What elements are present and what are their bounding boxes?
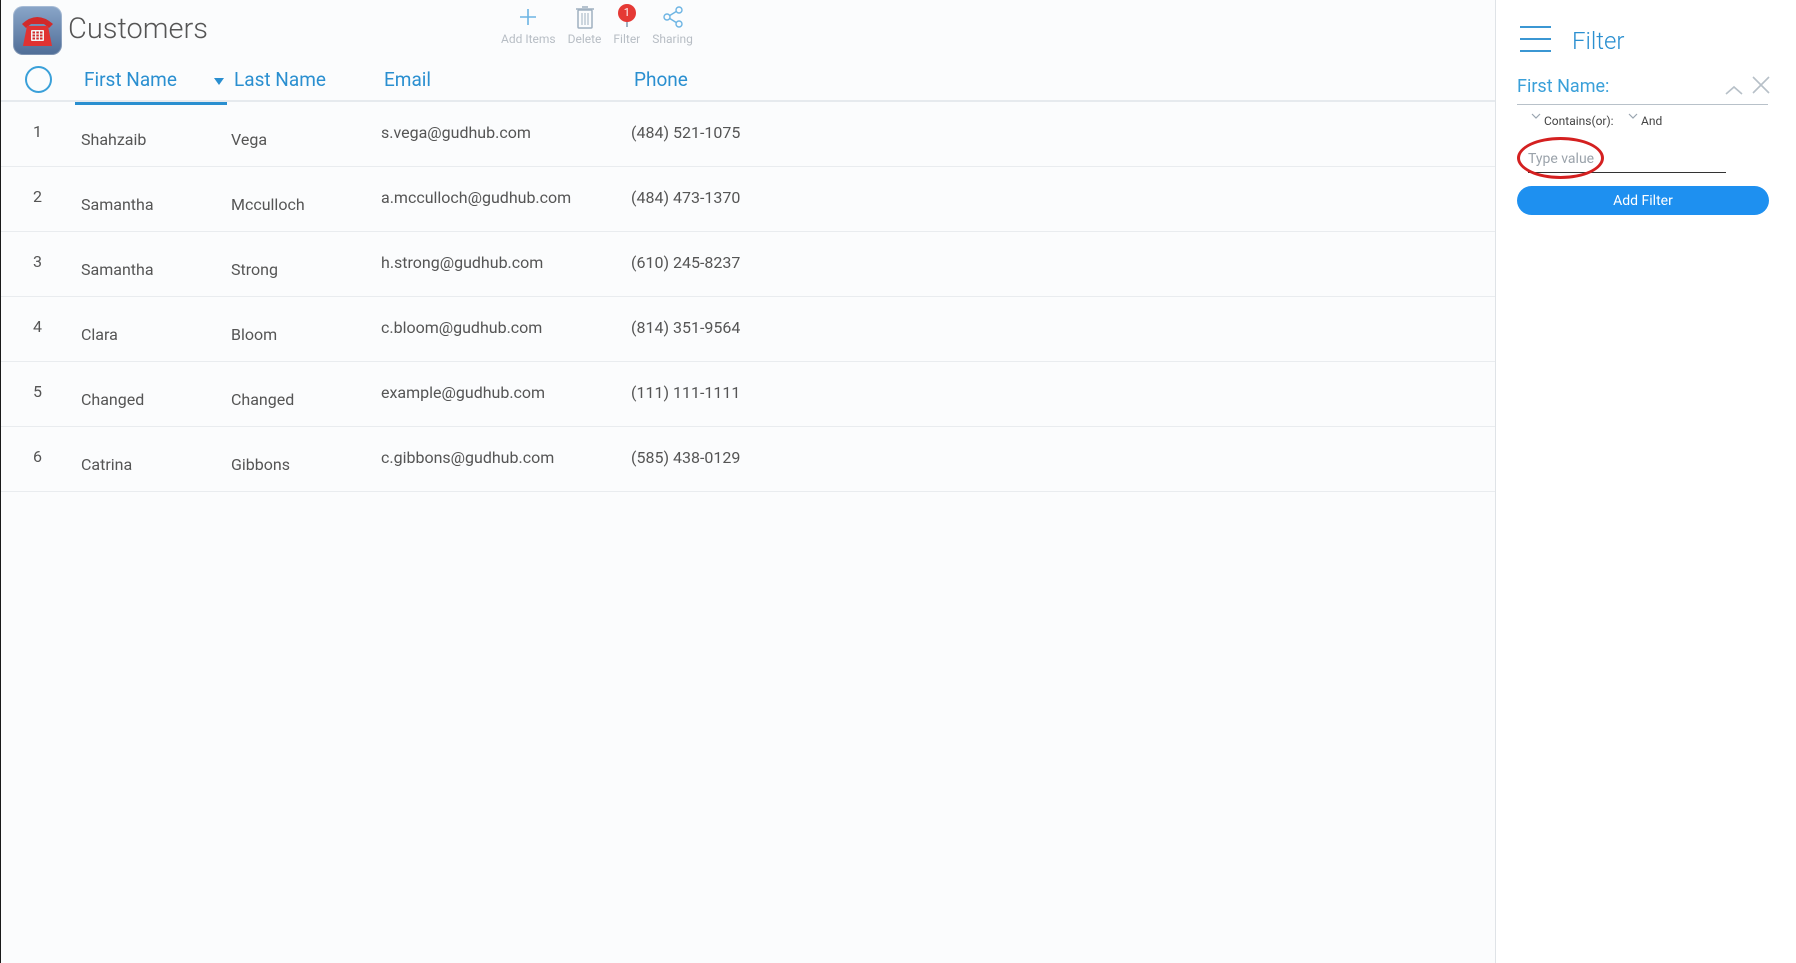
phone-cell: (585) 438-0129 — [631, 448, 741, 467]
table-row[interactable]: 3 Samantha Strong h.strong@gudhub.com (6… — [1, 232, 1495, 297]
first-name-cell: Samantha — [81, 260, 154, 279]
filter-count-badge: 1 — [617, 4, 636, 22]
page-title: Customers — [68, 12, 208, 46]
phone-cell: (111) 111-1111 — [631, 383, 741, 402]
sharing-label: Sharing — [652, 32, 693, 46]
email-cell: c.gibbons@gudhub.com — [381, 448, 555, 467]
table-row[interactable]: 6 Catrina Gibbons c.gibbons@gudhub.com (… — [1, 427, 1495, 492]
row-number: 5 — [33, 382, 42, 401]
app-icon[interactable] — [13, 6, 62, 55]
table-row[interactable]: 1 Shahzaib Vega s.vega@gudhub.com (484) … — [1, 102, 1495, 167]
delete-label: Delete — [567, 32, 602, 46]
toolbar: Add Items Delete 1 Filter Sharing — [501, 2, 693, 52]
last-name-cell: Vega — [231, 130, 268, 149]
close-icon[interactable] — [1751, 75, 1771, 99]
email-cell: c.bloom@gudhub.com — [381, 318, 543, 337]
last-name-cell: Changed — [231, 390, 295, 409]
row-number: 4 — [33, 317, 42, 336]
first-name-cell: Clara — [81, 325, 118, 344]
row-number: 1 — [33, 122, 42, 141]
logic-label: And — [1641, 114, 1663, 128]
menu-icon[interactable] — [1520, 26, 1551, 62]
phone-cell: (484) 521-1075 — [631, 123, 741, 142]
header: Customers Add Items Delete 1 Filter Shar… — [1, 0, 1495, 60]
phone-cell: (610) 245-8237 — [631, 253, 741, 272]
app-window: Customers Add Items Delete 1 Filter Shar… — [0, 0, 1796, 963]
filter-panel: Filter First Name: Contains(or): And Add… — [1495, 0, 1796, 963]
table-row[interactable]: 5 Changed Changed example@gudhub.com (11… — [1, 362, 1495, 427]
first-name-cell: Shahzaib — [81, 130, 147, 149]
row-number: 6 — [33, 447, 42, 466]
last-name-cell: Gibbons — [231, 455, 290, 474]
phone-cell: (814) 351-9564 — [631, 318, 741, 337]
table-body: 1 Shahzaib Vega s.vega@gudhub.com (484) … — [1, 102, 1495, 492]
field-divider — [1517, 104, 1768, 105]
telephone-icon — [22, 17, 53, 46]
filter-button[interactable]: 1 Filter — [613, 2, 640, 52]
sort-arrow-icon[interactable] — [214, 78, 224, 85]
first-name-cell: Samantha — [81, 195, 154, 214]
row-number: 3 — [33, 252, 42, 271]
operator-dropdown[interactable]: Contains(or): — [1531, 113, 1614, 128]
chevron-down-icon — [1628, 113, 1638, 119]
select-all-checkbox[interactable] — [25, 66, 52, 93]
first-name-cell: Changed — [81, 390, 145, 409]
filter-value-input[interactable] — [1528, 146, 1726, 173]
column-first-name[interactable]: First Name — [75, 68, 227, 105]
filter-field-label: First Name: — [1517, 76, 1610, 97]
last-name-cell: Mcculloch — [231, 195, 305, 214]
table-header: First Name Last Name Email Phone — [1, 62, 1495, 105]
operator-label: Contains(or): — [1544, 114, 1614, 128]
email-cell: example@gudhub.com — [381, 383, 546, 402]
column-phone[interactable]: Phone — [634, 68, 688, 91]
last-name-cell: Bloom — [231, 325, 278, 344]
last-name-cell: Strong — [231, 260, 278, 279]
trash-icon — [575, 2, 595, 32]
first-name-cell: Catrina — [81, 455, 133, 474]
filter-label: Filter — [613, 32, 641, 46]
email-cell: a.mcculloch@gudhub.com — [381, 188, 572, 207]
column-last-name[interactable]: Last Name — [234, 68, 326, 91]
table-row[interactable]: 4 Clara Bloom c.bloom@gudhub.com (814) 3… — [1, 297, 1495, 362]
share-icon — [662, 2, 684, 32]
chevron-up-icon[interactable] — [1725, 80, 1743, 99]
row-number: 2 — [33, 187, 42, 206]
table-row[interactable]: 2 Samantha Mcculloch a.mcculloch@gudhub.… — [1, 167, 1495, 232]
email-cell: h.strong@gudhub.com — [381, 253, 544, 272]
column-email[interactable]: Email — [384, 68, 431, 91]
plus-icon — [518, 2, 538, 32]
phone-cell: (484) 473-1370 — [631, 188, 741, 207]
filter-panel-title: Filter — [1572, 27, 1625, 55]
email-cell: s.vega@gudhub.com — [381, 123, 531, 142]
logic-dropdown[interactable]: And — [1628, 113, 1663, 128]
chevron-down-icon — [1531, 113, 1541, 119]
add-filter-button[interactable]: Add Filter — [1517, 186, 1769, 215]
add-items-button[interactable]: Add Items — [501, 2, 556, 52]
delete-button[interactable]: Delete — [567, 2, 602, 52]
add-items-label: Add Items — [501, 32, 556, 46]
sharing-button[interactable]: Sharing — [652, 2, 693, 52]
